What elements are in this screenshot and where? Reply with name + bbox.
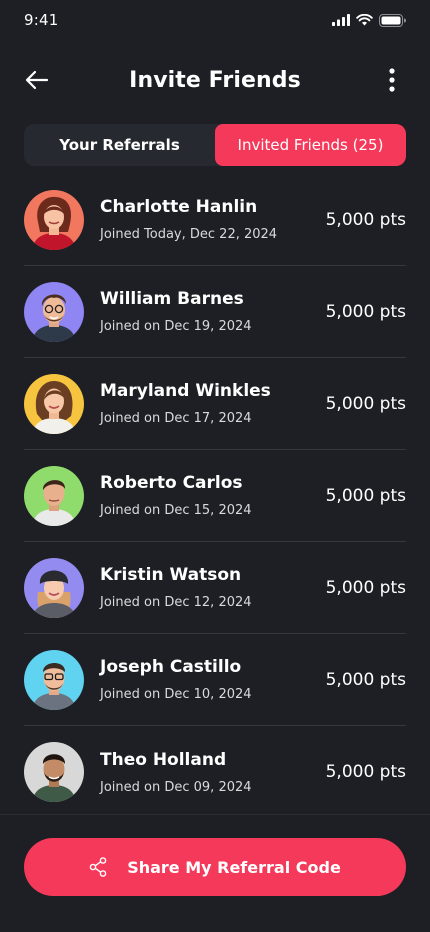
wifi-icon bbox=[356, 14, 373, 26]
friend-points: 5,000 pts bbox=[325, 393, 406, 414]
friend-info: Roberto Carlos Joined on Dec 15, 2024 bbox=[100, 472, 326, 519]
signal-icon bbox=[332, 14, 350, 26]
friend-joined-date: Joined on Dec 12, 2024 bbox=[100, 595, 252, 610]
friend-info: William Barnes Joined on Dec 19, 2024 bbox=[100, 288, 326, 335]
avatar bbox=[24, 373, 84, 434]
battery-icon bbox=[379, 13, 406, 27]
friend-info: Charlotte Hanlin Joined Today, Dec 22, 2… bbox=[100, 196, 326, 243]
friend-list: Charlotte Hanlin Joined Today, Dec 22, 2… bbox=[24, 174, 406, 818]
friend-name: Theo Holland bbox=[100, 749, 227, 770]
friend-name: Maryland Winkles bbox=[100, 381, 271, 401]
avatar bbox=[24, 557, 84, 618]
friend-info: Maryland Winkles Joined on Dec 17, 2024 bbox=[100, 380, 326, 427]
friend-joined-date: Joined on Dec 15, 2024 bbox=[100, 503, 252, 518]
friend-name: Charlotte Hanlin bbox=[100, 197, 258, 217]
share-icon bbox=[89, 857, 107, 877]
friend-joined-date: Joined on Dec 10, 2024 bbox=[100, 687, 252, 702]
referral-tabs: Your Referrals Invited Friends (25) bbox=[24, 124, 406, 166]
friend-points: 5,000 pts bbox=[325, 209, 406, 230]
friend-joined-date: Joined on Dec 09, 2024 bbox=[100, 779, 252, 795]
friend-info: Theo Holland Joined on Dec 09, 2024 bbox=[100, 749, 326, 796]
friend-info: Kristin Watson Joined on Dec 12, 2024 bbox=[100, 564, 326, 611]
friend-name: Kristin Watson bbox=[100, 565, 242, 585]
header: Invite Friends bbox=[0, 56, 430, 104]
list-item[interactable]: Maryland Winkles Joined on Dec 17, 2024 … bbox=[24, 358, 406, 450]
share-referral-code-button[interactable]: Share My Referral Code bbox=[24, 838, 406, 896]
share-button-label: Share My Referral Code bbox=[127, 857, 341, 877]
friend-joined-date: Joined Today, Dec 22, 2024 bbox=[100, 227, 278, 242]
tab-invited-friends[interactable]: Invited Friends (25) bbox=[215, 124, 406, 166]
status-bar: 9:41 bbox=[0, 0, 430, 44]
tab-your-referrals[interactable]: Your Referrals bbox=[24, 124, 215, 166]
avatar bbox=[24, 742, 84, 802]
friend-points: 5,000 pts bbox=[325, 485, 406, 506]
list-item[interactable]: Roberto Carlos Joined on Dec 15, 2024 5,… bbox=[24, 450, 406, 542]
avatar bbox=[24, 465, 84, 526]
friend-name: William Barnes bbox=[100, 289, 244, 309]
avatar bbox=[24, 649, 84, 710]
more-options-button[interactable] bbox=[380, 68, 404, 92]
friend-joined-date: Joined on Dec 19, 2024 bbox=[100, 319, 252, 334]
friend-name: Joseph Castillo bbox=[100, 657, 242, 677]
page-title: Invite Friends bbox=[129, 67, 301, 93]
avatar bbox=[24, 189, 84, 250]
friend-name: Roberto Carlos bbox=[100, 473, 243, 493]
list-item[interactable]: Joseph Castillo Joined on Dec 10, 2024 5… bbox=[24, 634, 406, 726]
list-item[interactable]: Charlotte Hanlin Joined Today, Dec 22, 2… bbox=[24, 174, 406, 266]
friend-points: 5,000 pts bbox=[325, 577, 406, 598]
friend-joined-date: Joined on Dec 17, 2024 bbox=[100, 411, 252, 426]
back-button[interactable] bbox=[24, 68, 50, 92]
bottom-divider bbox=[0, 814, 430, 815]
more-vertical-icon bbox=[389, 68, 395, 92]
friend-points: 5,000 pts bbox=[325, 762, 406, 782]
list-item[interactable]: Kristin Watson Joined on Dec 12, 2024 5,… bbox=[24, 542, 406, 634]
status-icons bbox=[332, 13, 406, 27]
avatar bbox=[24, 281, 84, 342]
friend-points: 5,000 pts bbox=[325, 669, 406, 690]
friend-points: 5,000 pts bbox=[325, 301, 406, 322]
status-time: 9:41 bbox=[24, 11, 59, 29]
list-item[interactable]: Theo Holland Joined on Dec 09, 2024 5,00… bbox=[24, 726, 406, 818]
list-item[interactable]: William Barnes Joined on Dec 19, 2024 5,… bbox=[24, 266, 406, 358]
arrow-left-icon bbox=[25, 70, 49, 90]
friend-info: Joseph Castillo Joined on Dec 10, 2024 bbox=[100, 656, 326, 703]
